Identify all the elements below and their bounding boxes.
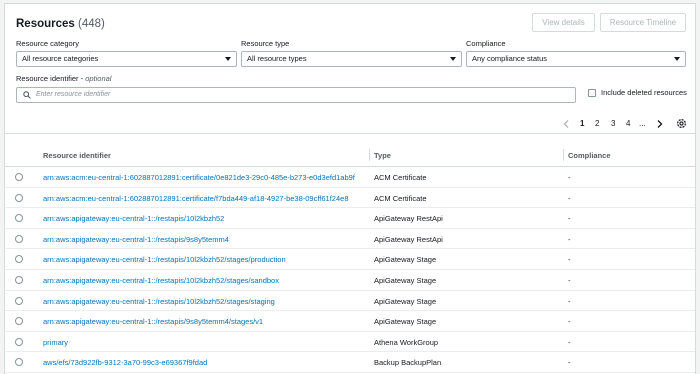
resource-id-link[interactable]: arn:aws:apigateway:eu-central-1::/restap… <box>43 276 279 285</box>
category-value: All resource categories <box>22 54 99 63</box>
category-select[interactable]: All resource categories <box>16 51 237 67</box>
row-select-radio[interactable] <box>15 234 23 243</box>
row-select-radio[interactable] <box>15 214 23 223</box>
table-row[interactable]: arn:aws:apigateway:eu-central-1::/restap… <box>5 311 695 332</box>
compliance-status: - <box>568 255 571 265</box>
include-deleted-label: Include deleted resources <box>601 88 687 97</box>
row-select-radio[interactable] <box>15 193 23 202</box>
page-3[interactable]: 3 <box>611 119 615 128</box>
page-2[interactable]: 2 <box>595 119 599 128</box>
type-value: All resource types <box>247 54 307 63</box>
table-row[interactable]: arn:aws:acm:eu-central-1:602887012891:ce… <box>5 188 695 209</box>
table-row[interactable]: arn:aws:apigateway:eu-central-1::/restap… <box>5 229 695 250</box>
resource-id-link[interactable]: arn:aws:apigateway:eu-central-1::/restap… <box>43 214 224 223</box>
row-select-radio[interactable] <box>15 317 23 326</box>
resource-id-link[interactable]: aws/efs/73d922fb-9312-3a70-99c3-e69367f9… <box>43 358 207 367</box>
page-4[interactable]: 4 <box>626 119 630 128</box>
row-select-radio[interactable] <box>15 173 23 181</box>
table-row[interactable]: arn:aws:apigateway:eu-central-1::/restap… <box>5 249 695 270</box>
compliance-status: - <box>568 296 571 306</box>
view-details-button[interactable]: View details <box>532 13 595 32</box>
table-row[interactable]: arn:aws:apigateway:eu-central-1::/restap… <box>5 208 695 229</box>
column-divider[interactable] <box>563 149 564 161</box>
row-select-radio[interactable] <box>15 337 23 346</box>
identifier-search-input[interactable]: Enter resource identifier <box>16 87 576 103</box>
identifier-label: Resource identifier - optional <box>16 74 112 83</box>
column-divider[interactable] <box>369 149 370 161</box>
row-select-radio[interactable] <box>15 276 23 284</box>
resource-id-link[interactable]: arn:aws:apigateway:eu-central-1::/restap… <box>43 297 275 306</box>
compliance-status: - <box>568 276 571 285</box>
resource-id-link[interactable]: arn:aws:apigateway:eu-central-1::/restap… <box>43 235 229 244</box>
compliance-status: - <box>568 234 571 244</box>
search-icon <box>23 91 31 99</box>
resource-type: ApiGateway RestApi <box>374 234 443 244</box>
title-text: Resources <box>16 18 75 30</box>
resource-type: ACM Certificate <box>374 193 427 203</box>
row-select-radio[interactable] <box>15 358 23 367</box>
resource-id-link[interactable]: arn:aws:acm:eu-central-1:602887012891:ce… <box>43 173 355 182</box>
resource-id-link[interactable]: arn:aws:acm:eu-central-1:602887012891:ce… <box>43 194 349 203</box>
resource-type: ApiGateway Stage <box>374 296 437 306</box>
chevron-left-icon[interactable] <box>563 120 569 128</box>
resources-header: Resources (448) View details Resource Ti… <box>5 4 695 134</box>
compliance-label: Compliance <box>466 39 506 48</box>
chevron-down-icon <box>450 57 456 61</box>
identifier-optional: optional <box>85 74 112 83</box>
gear-icon[interactable] <box>676 118 687 129</box>
resource-count: (448) <box>78 18 105 30</box>
table-row[interactable]: arn:aws:acm:eu-central-1:602887012891:ce… <box>5 167 695 188</box>
type-label: Resource type <box>241 39 290 48</box>
resource-type: ApiGateway RestApi <box>374 214 443 224</box>
include-deleted-checkbox[interactable] <box>588 89 596 97</box>
resource-type: ACM Certificate <box>374 173 427 182</box>
page-ellipsis: ... <box>639 119 646 128</box>
row-select-radio[interactable] <box>15 255 23 264</box>
compliance-value: Any compliance status <box>472 54 548 63</box>
resource-type: Backup BackupPlan <box>374 358 442 368</box>
page-title: Resources (448) <box>16 18 105 30</box>
compliance-status: - <box>568 193 571 203</box>
table-row[interactable]: aws/efs/73d922fb-9312-3a70-99c3-e69367f9… <box>5 352 695 373</box>
resources-panel: Resources (448) View details Resource Ti… <box>4 3 696 374</box>
resource-id-link[interactable]: arn:aws:apigateway:eu-central-1::/restap… <box>43 255 286 264</box>
resource-id-link[interactable]: arn:aws:apigateway:eu-central-1::/restap… <box>43 317 263 326</box>
chevron-down-icon <box>225 57 231 61</box>
page-1[interactable]: 1 <box>580 119 584 128</box>
chevron-down-icon <box>674 57 680 61</box>
compliance-status: - <box>568 317 571 327</box>
resource-type: ApiGateway Stage <box>374 317 437 327</box>
table-row[interactable]: primary Athena WorkGroup - <box>5 332 695 353</box>
chevron-right-icon[interactable] <box>657 120 663 128</box>
resource-type: Athena WorkGroup <box>374 337 439 347</box>
compliance-status: - <box>568 214 571 224</box>
category-label: Resource category <box>16 39 79 48</box>
column-header-identifier[interactable]: Resource identifier <box>43 151 111 160</box>
resource-id-link[interactable]: primary <box>43 338 68 347</box>
search-placeholder: Enter resource identifier <box>36 91 111 98</box>
identifier-label-text: Resource identifier <box>16 74 79 83</box>
compliance-status: - <box>568 358 571 368</box>
column-header-compliance[interactable]: Compliance <box>568 151 611 160</box>
resource-type: ApiGateway Stage <box>374 255 437 265</box>
table-row[interactable]: arn:aws:apigateway:eu-central-1::/restap… <box>5 270 695 291</box>
compliance-status: - <box>568 337 571 347</box>
column-header-type[interactable]: Type <box>374 151 391 160</box>
compliance-status: - <box>568 173 571 182</box>
compliance-select[interactable]: Any compliance status <box>466 51 686 67</box>
type-select[interactable]: All resource types <box>241 51 462 67</box>
resource-type: ApiGateway Stage <box>374 276 437 285</box>
row-select-radio[interactable] <box>15 296 23 305</box>
resource-timeline-button[interactable]: Resource Timeline <box>600 13 686 32</box>
table-row[interactable]: arn:aws:apigateway:eu-central-1::/restap… <box>5 291 695 312</box>
